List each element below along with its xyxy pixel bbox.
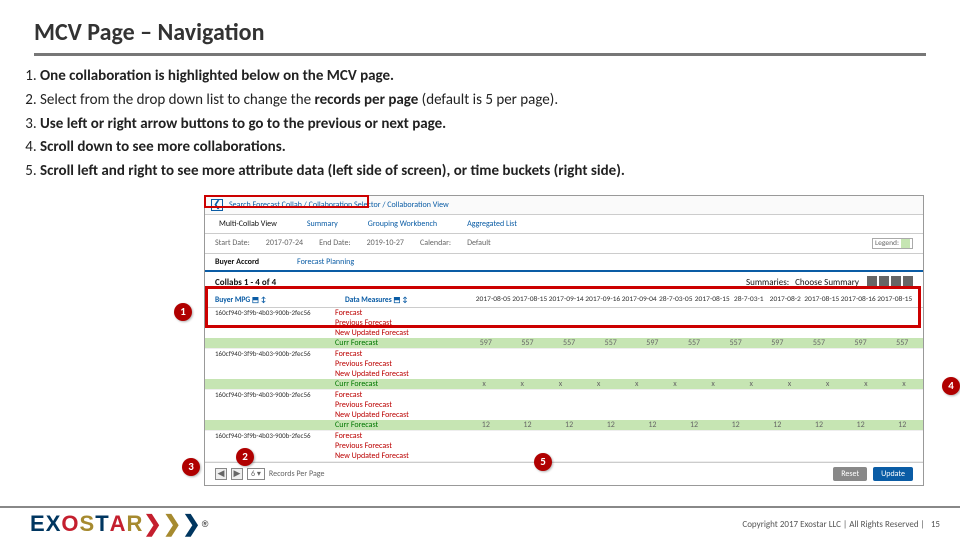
records-per-page-select[interactable]: 6 ▾ bbox=[247, 468, 265, 480]
callout-4: 4 bbox=[942, 377, 960, 395]
callout-3: 3 bbox=[182, 458, 200, 476]
metric-curr: Curr Forecast bbox=[335, 338, 465, 348]
metric-new: New Updated Forecast bbox=[335, 328, 465, 338]
bullet-2: Select from the drop down list to change… bbox=[40, 90, 926, 112]
subtab-buyer-accord[interactable]: Buyer Accord bbox=[215, 257, 259, 267]
callout-box-breadcrumb bbox=[204, 195, 369, 208]
bullet-4: Scroll down to see more collaborations. bbox=[40, 137, 926, 159]
pager-footer: ◀ ▶ 6 ▾ Records Per Page Reset Update bbox=[205, 462, 923, 485]
page-title: MCV Page – Navigation bbox=[34, 18, 926, 47]
copyright: Copyright 2017 Exostar LLC | All Rights … bbox=[742, 519, 940, 530]
app-screenshot: ❮ Search Forecast Collab / Collaboration… bbox=[204, 195, 924, 486]
callout-5: 5 bbox=[534, 453, 552, 471]
start-date-value[interactable]: 2017-07-24 bbox=[266, 238, 303, 248]
page-number: 15 bbox=[931, 519, 940, 530]
title-rule bbox=[34, 53, 926, 56]
legend[interactable]: Legend: bbox=[872, 238, 913, 249]
subtab-forecast-planning[interactable]: Forecast Planning bbox=[297, 257, 354, 267]
tab-aggregated[interactable]: Aggregated List bbox=[467, 219, 517, 229]
calendar-label: Calendar: bbox=[420, 238, 451, 248]
slide-footer: EXOSTAR ❯❯❯® Copyright 2017 Exostar LLC … bbox=[0, 506, 960, 540]
callout-1: 1 bbox=[174, 303, 192, 321]
row-id-4: 160cf940-3f9b-4b03-900b-2fec56 bbox=[205, 431, 335, 440]
callout-2: 2 bbox=[236, 448, 254, 466]
main-tabs: Multi-Collab View Summary Grouping Workb… bbox=[205, 215, 923, 234]
instruction-list: One collaboration is highlighted below o… bbox=[40, 66, 926, 183]
tab-grouping[interactable]: Grouping Workbench bbox=[368, 219, 437, 229]
update-button[interactable]: Update bbox=[873, 467, 913, 481]
sub-tabs: Buyer Accord Forecast Planning bbox=[205, 254, 923, 272]
end-date-label: End Date: bbox=[319, 238, 351, 248]
filter-bar: Start Date: 2017-07-24 End Date: 2019-10… bbox=[205, 234, 923, 254]
screenshot-container: ❮ Search Forecast Collab / Collaboration… bbox=[204, 195, 924, 486]
bullet-5: Scroll left and right to see more attrib… bbox=[40, 161, 926, 183]
records-per-page-label: Records Per Page bbox=[269, 469, 325, 479]
collab-row-3: 160cf940-3f9b-4b03-900b-2fec56Forecast P… bbox=[205, 390, 923, 431]
row-values-597: 597557557557597557557597557597557 bbox=[465, 338, 923, 348]
collab-row-4: 160cf940-3f9b-4b03-900b-2fec56Forecast P… bbox=[205, 431, 923, 462]
next-page-button[interactable]: ▶ bbox=[231, 468, 243, 480]
tab-summary[interactable]: Summary bbox=[307, 219, 338, 229]
highlight-box-1 bbox=[205, 286, 921, 328]
start-date-label: Start Date: bbox=[215, 238, 250, 248]
row-id-2: 160cf940-3f9b-4b03-900b-2fec56 bbox=[205, 349, 335, 358]
row-id-3: 160cf940-3f9b-4b03-900b-2fec56 bbox=[205, 390, 335, 399]
prev-page-button[interactable]: ◀ bbox=[215, 468, 227, 480]
bullet-1: One collaboration is highlighted below o… bbox=[40, 66, 926, 88]
bullet-3: Use left or right arrow buttons to go to… bbox=[40, 114, 926, 136]
exostar-logo: EXOSTAR ❯❯❯® bbox=[30, 511, 208, 537]
collab-row-2: 160cf940-3f9b-4b03-900b-2fec56Forecast P… bbox=[205, 349, 923, 390]
tab-mcv[interactable]: Multi-Collab View bbox=[219, 219, 277, 229]
end-date-value[interactable]: 2019-10-27 bbox=[367, 238, 404, 248]
calendar-value[interactable]: Default bbox=[467, 238, 491, 248]
reset-button[interactable]: Reset bbox=[833, 467, 867, 481]
